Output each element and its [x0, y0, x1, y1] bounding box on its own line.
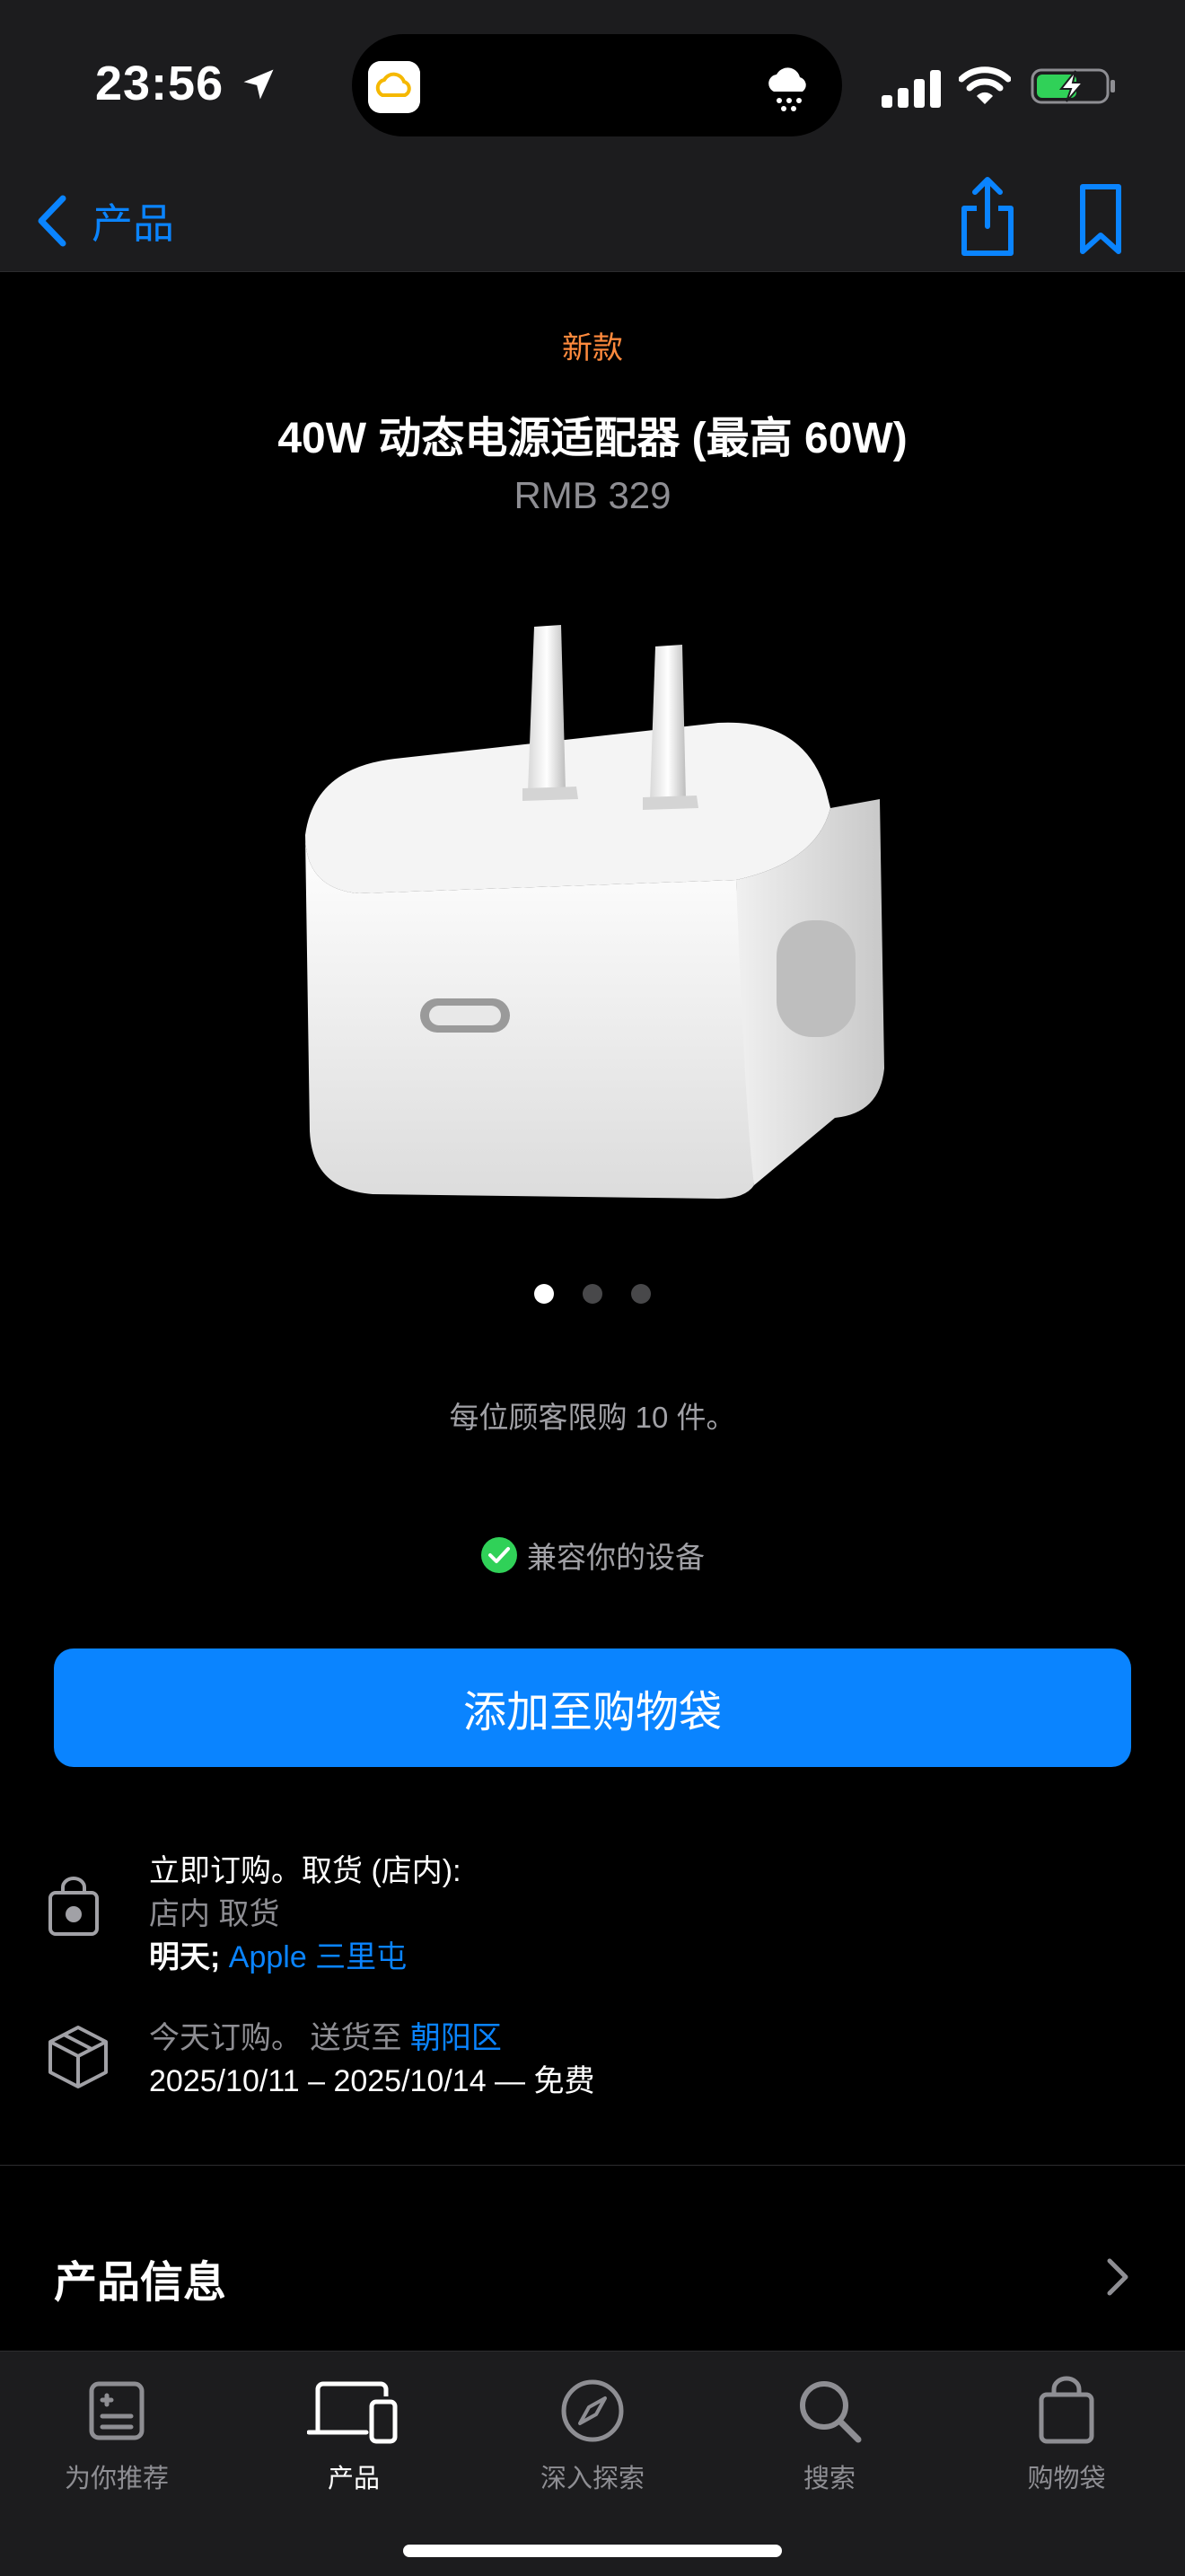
chevron-left-icon: [38, 195, 66, 247]
product-title: 40W 动态电源适配器 (最高 60W): [277, 415, 908, 462]
tab-search[interactable]: 搜索: [740, 2373, 919, 2495]
chevron-right-icon: [1107, 2258, 1128, 2296]
for-you-icon: [89, 2381, 145, 2440]
shopping-bag-apple-icon: [48, 1877, 99, 1936]
pickup-store-link[interactable]: Apple 三里屯: [229, 1940, 407, 1974]
tab-label-search: 搜索: [803, 2465, 856, 2493]
rain-cloud-icon: [768, 67, 806, 111]
image-pagination[interactable]: [0, 1284, 1185, 1304]
tab-label-products: 产品: [327, 2465, 380, 2493]
search-icon: [800, 2381, 862, 2443]
pickup-type: 店内 取货: [149, 1897, 280, 1931]
purchase-limit-text: 每位顾客限购 10 件。: [449, 1401, 736, 1434]
tab-label-explore: 深入探索: [540, 2465, 645, 2493]
tab-bag[interactable]: 购物袋: [977, 2373, 1156, 2495]
status-bar: 23:56: [0, 0, 1185, 171]
tab-bar: 为你推荐 产品 深入探索 搜索 购物袋: [0, 2351, 1185, 2576]
new-badge: 新款: [562, 331, 623, 365]
pickup-info: 立即订购。取货 (店内): 店内 取货 明天; Apple 三里屯: [149, 1850, 461, 1979]
page-dot-2[interactable]: [583, 1284, 602, 1304]
product-price: RMB 329: [514, 474, 672, 516]
pickup-heading: 立即订购。取货 (店内):: [149, 1854, 461, 1888]
tab-explore[interactable]: 深入探索: [503, 2373, 682, 2495]
share-icon[interactable]: [955, 174, 1020, 260]
wifi-icon: [959, 66, 1011, 104]
delivery-dates: 2025/10/11 – 2025/10/14 — 免费: [149, 2064, 595, 2098]
delivery-line: 今天订购。 送货至 朝阳区: [149, 2017, 595, 2060]
delivery-info: 今天订购。 送货至 朝阳区 2025/10/11 – 2025/10/14 — …: [149, 2017, 595, 2103]
package-box-icon: [48, 2026, 108, 2088]
bag-icon: [1039, 2376, 1094, 2444]
back-label: 产品: [92, 200, 174, 247]
compass-icon: [561, 2379, 624, 2442]
product-image[interactable]: [287, 611, 898, 1203]
product-info-title: 产品信息: [54, 2259, 227, 2307]
add-to-bag-button[interactable]: 添加至购物袋: [54, 1648, 1131, 1767]
tab-label-for-you: 为你推荐: [64, 2465, 169, 2493]
location-arrow-icon: [243, 69, 274, 100]
back-button[interactable]: 产品: [34, 183, 174, 259]
cellular-signal-icon: [882, 70, 941, 108]
home-indicator: [403, 2545, 782, 2557]
tab-label-bag: 购物袋: [1027, 2465, 1106, 2493]
delivery-prefix: 今天订购。 送货至: [149, 2021, 402, 2055]
bookmark-icon[interactable]: [1077, 181, 1124, 257]
tab-for-you[interactable]: 为你推荐: [27, 2373, 206, 2495]
check-circle-icon: [481, 1537, 517, 1573]
products-icon: [307, 2381, 398, 2444]
page-dot-1[interactable]: [534, 1284, 554, 1304]
pickup-availability: 明天; Apple 三里屯: [149, 1936, 461, 1979]
delivery-area-link[interactable]: 朝阳区: [410, 2021, 502, 2055]
cloud-app-icon: [368, 61, 420, 113]
dynamic-island: [352, 34, 842, 136]
tab-products[interactable]: 产品: [264, 2373, 443, 2495]
section-divider: [0, 2165, 1185, 2166]
compatibility-link[interactable]: 兼容你的设备: [0, 1534, 1185, 1577]
battery-charging-icon: [1031, 68, 1115, 104]
compatibility-label: 兼容你的设备: [527, 1541, 705, 1574]
navigation-bar: 产品: [0, 171, 1185, 272]
product-info-row[interactable]: 产品信息: [0, 2214, 1185, 2340]
page-dot-3[interactable]: [631, 1284, 651, 1304]
pickup-day: 明天;: [149, 1940, 221, 1974]
status-time: 23:56: [95, 57, 224, 110]
